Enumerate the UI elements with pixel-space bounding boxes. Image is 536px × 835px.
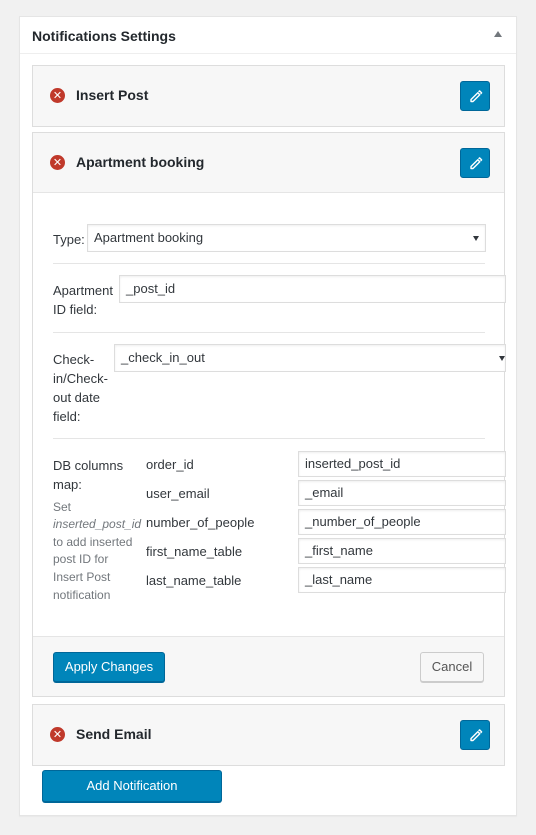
cancel-button[interactable]: Cancel [420, 652, 484, 682]
pencil-icon [470, 729, 483, 742]
apply-changes-button[interactable]: Apply Changes [53, 652, 165, 682]
notification-footer: Apply Changes Cancel [33, 636, 504, 696]
type-select-value: Apartment booking [94, 230, 204, 245]
panel-header: Notifications Settings [20, 17, 516, 54]
db-help-line3: to add inserted [53, 535, 133, 549]
apartment-id-input[interactable]: _post_id [119, 275, 506, 303]
notification-title: Apartment booking [76, 154, 205, 170]
caret-up-icon[interactable] [494, 31, 502, 37]
checkin-select[interactable]: _check_in_out [114, 344, 506, 372]
apartment-id-label-line1: Apartment [53, 283, 113, 298]
panel-title: Notifications Settings [32, 28, 176, 44]
db-help-line1: Set [53, 500, 72, 514]
notification-title: Insert Post [76, 87, 149, 103]
pencil-icon [470, 157, 483, 170]
delete-circle-icon[interactable]: ✕ [50, 155, 65, 170]
add-notification-button[interactable]: Add Notification [42, 770, 222, 802]
db-help-em: inserted_post_id [53, 517, 142, 531]
map-key-last-name-table: last_name_table [146, 573, 242, 588]
notification-apartment-booking: ✕ Apartment booking Type: Apartment book… [32, 132, 506, 697]
db-columns-label-line2: map: [53, 477, 82, 492]
type-label: Type: [53, 232, 85, 247]
checkin-label-line2: in/Check- [53, 371, 108, 386]
notification-header: ✕ Insert Post [33, 66, 504, 126]
notification-insert-post: ✕ Insert Post [32, 65, 505, 127]
delete-circle-icon[interactable]: ✕ [50, 88, 65, 103]
checkin-label-line4: field: [53, 409, 81, 424]
map-key-order-id: order_id [146, 457, 194, 472]
chevron-down-icon [473, 236, 479, 241]
notification-title: Send Email [76, 726, 152, 742]
apartment-id-label-line2: ID field: [53, 302, 98, 317]
delete-circle-icon[interactable]: ✕ [50, 727, 65, 742]
map-key-user-email: user_email [146, 486, 210, 501]
db-help-line2: inserted_post_id [53, 516, 141, 532]
map-key-first-name-table: first_name_table [146, 544, 243, 559]
edit-button[interactable] [460, 81, 490, 111]
map-value-user-email[interactable]: _email [298, 480, 506, 506]
db-help-line6: notification [53, 588, 111, 602]
map-value-first-name-table[interactable]: _first_name [298, 538, 506, 564]
db-help-line4: post ID for [53, 552, 109, 566]
db-columns-label-line1: DB columns [53, 458, 124, 473]
divider [53, 438, 485, 439]
edit-button[interactable] [460, 720, 490, 750]
db-help-line5: Insert Post [53, 570, 111, 584]
chevron-down-icon [499, 356, 505, 361]
edit-button[interactable] [460, 148, 490, 178]
notification-header: ✕ Apartment booking [33, 133, 504, 193]
map-value-order-id[interactable]: inserted_post_id [298, 451, 506, 477]
checkin-label-line1: Check- [53, 352, 95, 367]
pencil-icon [470, 90, 483, 103]
map-value-last-name-table[interactable]: _last_name [298, 567, 506, 593]
map-value-number-of-people[interactable]: _number_of_people [298, 509, 506, 535]
type-select[interactable]: Apartment booking [87, 224, 486, 252]
divider [53, 263, 485, 264]
checkin-label-line3: out date [53, 390, 100, 405]
checkin-select-value: _check_in_out [121, 350, 205, 365]
notification-send-email: ✕ Send Email [32, 704, 505, 766]
divider [53, 332, 485, 333]
notifications-settings-panel: Notifications Settings ✕ Insert Post ✕ A… [19, 16, 517, 816]
notification-form: Type: Apartment booking Apartment ID fie… [33, 193, 506, 636]
notification-header: ✕ Send Email [33, 705, 504, 765]
map-key-number-of-people: number_of_people [146, 515, 255, 530]
